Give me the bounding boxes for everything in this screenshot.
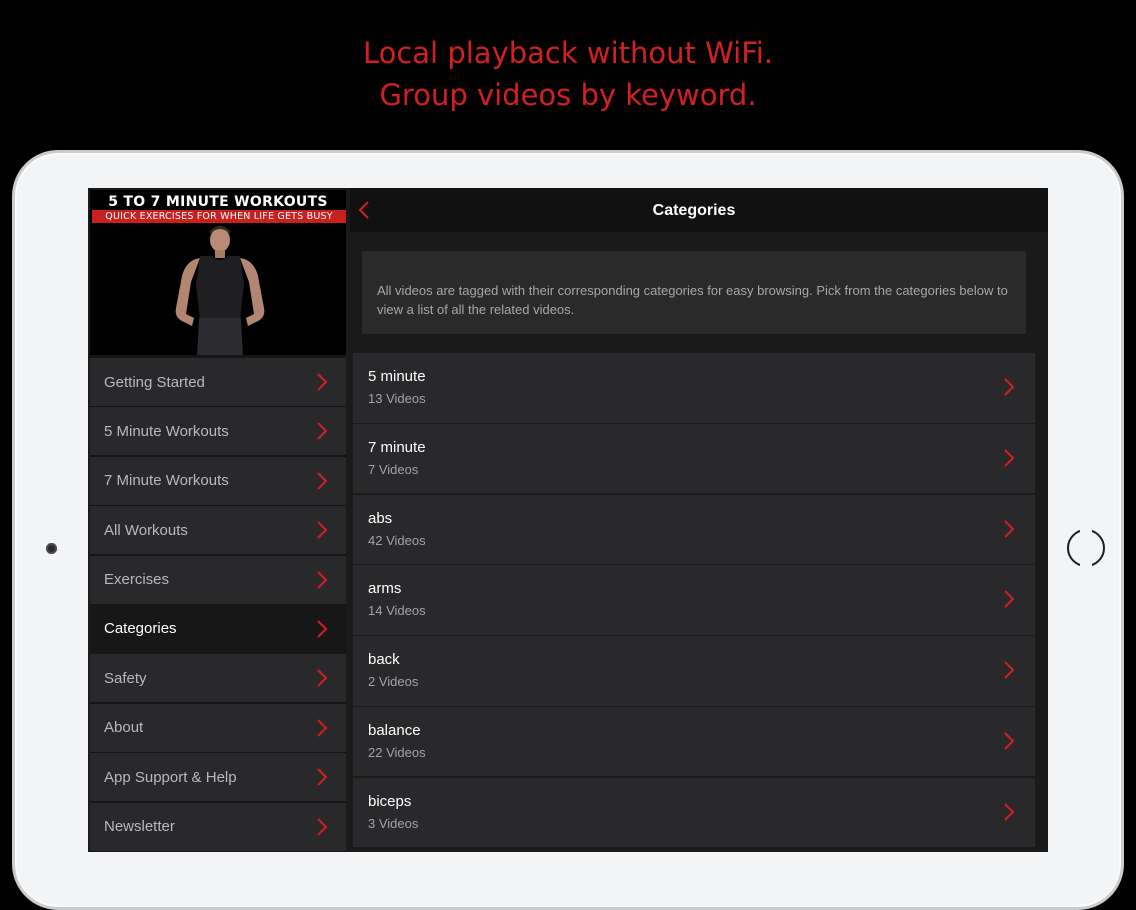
chevron-right-icon xyxy=(317,422,328,441)
sidebar-item-getting-started[interactable]: Getting Started xyxy=(90,358,346,406)
chevron-right-icon xyxy=(1004,732,1015,750)
sidebar-item-label: All Workouts xyxy=(104,521,188,539)
category-name: arms xyxy=(368,580,402,598)
chevron-right-icon xyxy=(317,521,328,539)
sidebar: 5 TO 7 MINUTE WORKOUTS QUICK EXERCISES F… xyxy=(90,190,346,852)
category-row[interactable]: 7 minute 7 Videos xyxy=(353,423,1035,494)
home-button xyxy=(1067,529,1105,567)
sidebar-item-exercises[interactable]: Exercises xyxy=(90,555,346,604)
category-count: 2 Videos xyxy=(368,674,419,690)
category-list: 5 minute 13 Videos 7 minute 7 Videos abs… xyxy=(353,353,1035,849)
category-count: 3 Videos xyxy=(368,815,419,831)
sidebar-item-label: App Support & Help xyxy=(104,768,237,786)
category-row[interactable]: arms 14 Videos xyxy=(353,565,1035,635)
sidebar-item-app-support[interactable]: App Support & Help xyxy=(90,753,346,802)
category-name: biceps xyxy=(368,792,412,810)
sidebar-item-about[interactable]: About xyxy=(90,703,346,752)
chevron-right-icon xyxy=(317,620,328,638)
page-title: Categories xyxy=(652,202,736,219)
sidebar-hero-banner: 5 TO 7 MINUTE WORKOUTS QUICK EXERCISES F… xyxy=(90,190,346,355)
sidebar-item-label: 7 Minute Workouts xyxy=(104,472,229,490)
sidebar-item-5-minute-workouts[interactable]: 5 Minute Workouts xyxy=(90,407,346,456)
category-row[interactable]: 5 minute 13 Videos xyxy=(353,353,1035,423)
nav-bar: Categories xyxy=(350,188,1048,232)
sidebar-item-newsletter[interactable]: Newsletter xyxy=(90,802,346,851)
category-row[interactable]: back 2 Videos xyxy=(353,636,1035,706)
sidebar-item-label: Exercises xyxy=(104,571,170,589)
category-row[interactable]: biceps 3 Videos xyxy=(353,777,1035,848)
chevron-right-icon xyxy=(317,719,328,737)
chevron-right-icon xyxy=(317,768,328,786)
category-row[interactable]: abs 42 Videos xyxy=(353,494,1035,565)
sidebar-nav: Getting Started 5 Minute Workouts 7 Minu… xyxy=(90,358,346,852)
sidebar-item-safety[interactable]: Safety xyxy=(90,654,346,703)
chevron-right-icon xyxy=(1004,519,1015,538)
sidebar-item-label: 5 Minute Workouts xyxy=(104,422,229,440)
chevron-right-icon xyxy=(1004,449,1015,467)
category-count: 7 Videos xyxy=(368,461,419,477)
camera-icon xyxy=(46,543,57,554)
intro-description: All videos are tagged with their corresp… xyxy=(362,251,1026,334)
category-count: 22 Videos xyxy=(368,744,426,760)
category-name: 5 minute xyxy=(368,368,426,385)
chevron-right-icon xyxy=(317,373,328,391)
sidebar-item-label: Categories xyxy=(104,620,177,638)
main-panel: Categories All videos are tagged with th… xyxy=(350,188,1048,852)
sidebar-item-label: Safety xyxy=(104,669,147,687)
sidebar-item-label: Newsletter xyxy=(104,818,175,836)
trainer-image xyxy=(175,226,265,355)
headline-line-1: Local playback without WiFi. xyxy=(362,36,774,70)
category-count: 14 Videos xyxy=(368,603,426,619)
chevron-right-icon xyxy=(317,669,328,688)
sidebar-item-categories[interactable]: Categories xyxy=(90,604,346,653)
category-row[interactable]: balance 22 Videos xyxy=(353,706,1035,777)
category-count: 13 Videos xyxy=(368,391,426,406)
category-name: abs xyxy=(368,509,393,527)
category-name: back xyxy=(368,651,400,669)
category-name: 7 minute xyxy=(368,438,426,456)
sidebar-item-all-workouts[interactable]: All Workouts xyxy=(90,506,346,555)
sidebar-item-label: Getting Started xyxy=(104,373,205,391)
chevron-right-icon xyxy=(1004,661,1015,679)
app-screen: 5 TO 7 MINUTE WORKOUTS QUICK EXERCISES F… xyxy=(88,188,1048,852)
chevron-right-icon xyxy=(317,570,328,589)
chevron-right-icon xyxy=(1004,803,1015,821)
category-name: balance xyxy=(368,721,421,739)
marketing-headline: Local playback without WiFi. Group video… xyxy=(0,32,1136,116)
chevron-right-icon xyxy=(1004,590,1015,609)
sidebar-item-label: About xyxy=(104,719,144,737)
sidebar-item-7-minute-workouts[interactable]: 7 Minute Workouts xyxy=(90,456,346,505)
chevron-right-icon xyxy=(317,817,328,836)
chevron-right-icon xyxy=(317,472,328,490)
chevron-right-icon xyxy=(1004,378,1015,396)
category-count: 42 Videos xyxy=(368,532,426,548)
headline-line-2: Group videos by keyword. xyxy=(379,78,757,112)
